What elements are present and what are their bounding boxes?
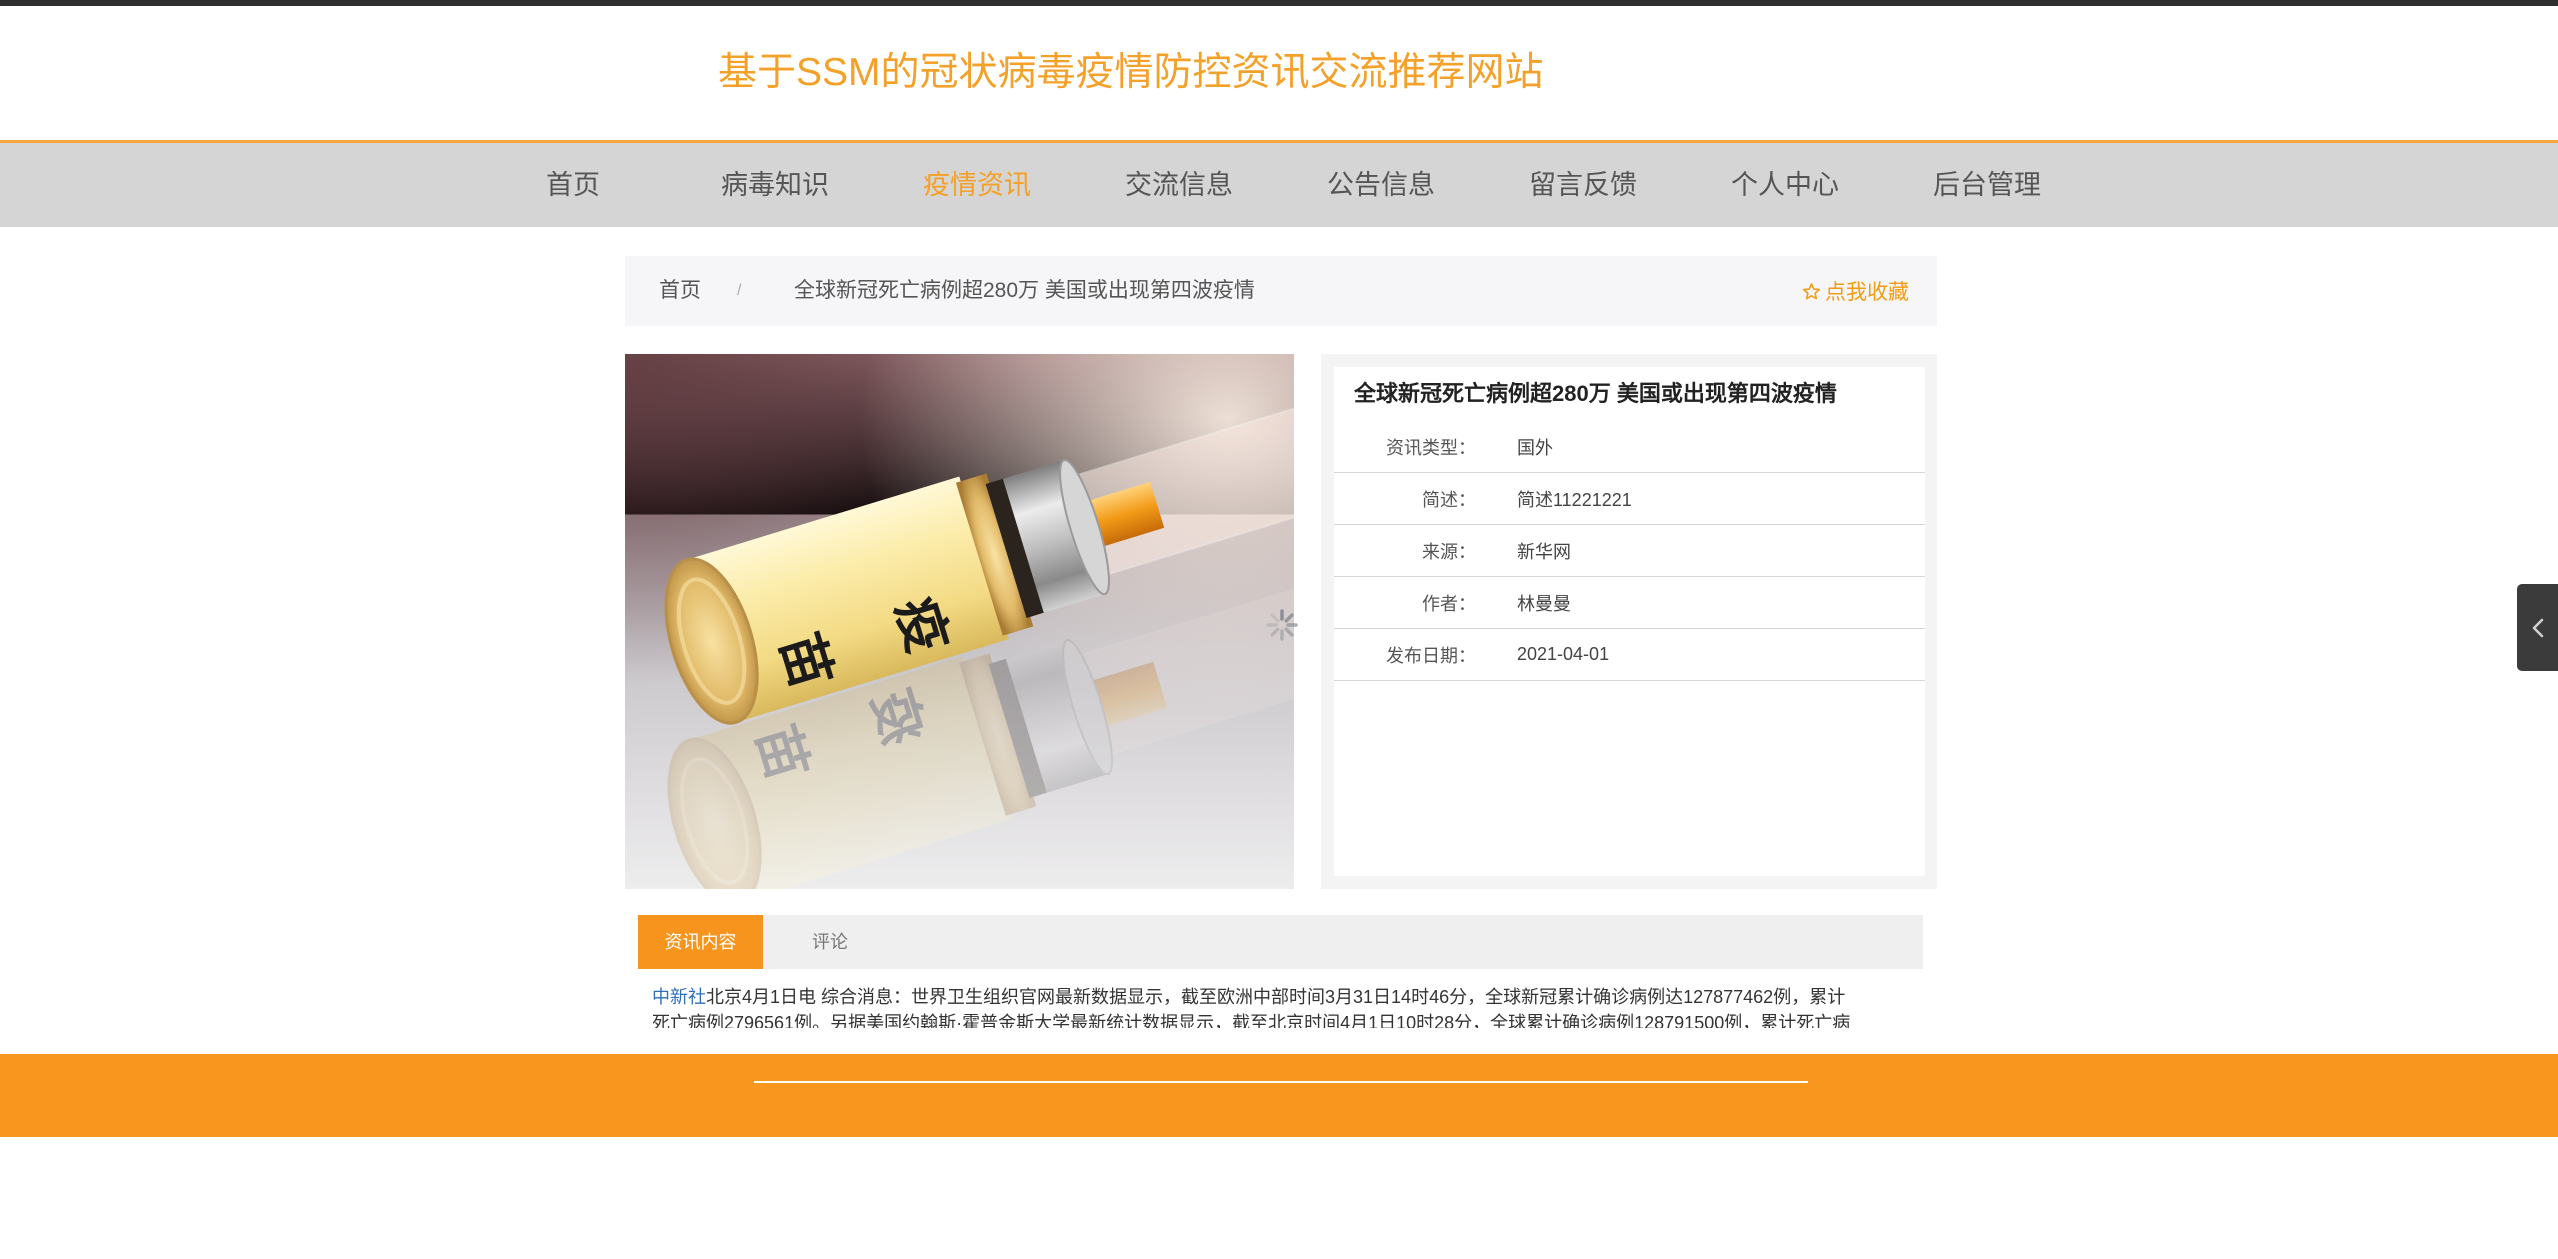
field-row-summary: 简述： 简述11221221: [1334, 473, 1925, 525]
article-info-panel: 全球新冠死亡病例超280万 美国或出现第四波疫情 资讯类型： 国外 简述： 简述…: [1321, 354, 1937, 889]
content-line: 死亡病例2796561例。另据美国约翰斯·霍普金斯大学最新统计数据显示，截至北京…: [638, 1010, 1923, 1028]
article-fields: 资讯类型： 国外 简述： 简述11221221 来源： 新华网 作者： 林曼曼 …: [1334, 421, 1925, 681]
nav-item-exchange[interactable]: 交流信息: [1078, 143, 1280, 227]
footer-divider: [754, 1081, 1808, 1083]
vaccine-vial-photo: 疫 苗: [625, 354, 1294, 889]
nav-item-announcements[interactable]: 公告信息: [1280, 143, 1482, 227]
field-value: 林曼曼: [1517, 593, 1571, 614]
content-line: 中新社北京4月1日电 综合消息：世界卫生组织官网最新数据显示，截至欧洲中部时间3…: [638, 984, 1923, 1010]
field-row-publish-date: 发布日期： 2021-04-01: [1334, 629, 1925, 681]
nav-item-personal-center[interactable]: 个人中心: [1684, 143, 1886, 227]
breadcrumb-separator: /: [737, 282, 742, 299]
source-link[interactable]: 中新社: [652, 987, 706, 1007]
nav-item-virus-knowledge[interactable]: 病毒知识: [674, 143, 876, 227]
article-content: 中新社北京4月1日电 综合消息：世界卫生组织官网最新数据显示，截至欧洲中部时间3…: [638, 984, 1923, 1028]
field-value: 国外: [1517, 437, 1553, 458]
field-label: 简述：: [1422, 489, 1476, 510]
nav-item-admin[interactable]: 后台管理: [1886, 143, 2088, 227]
main-nav: 首页 病毒知识 疫情资讯 交流信息 公告信息 留言反馈 个人中心 后台管理: [0, 143, 2558, 227]
loading-spinner-icon: [1266, 609, 1298, 641]
nav-item-home[interactable]: 首页: [472, 143, 674, 227]
tab-comments[interactable]: 评论: [763, 915, 897, 969]
field-label: 资讯类型：: [1386, 437, 1476, 458]
nav-list: 首页 病毒知识 疫情资讯 交流信息 公告信息 留言反馈 个人中心 后台管理: [472, 143, 2088, 227]
favorite-button[interactable]: 点我收藏: [1802, 256, 1909, 326]
star-outline-icon: [1802, 282, 1821, 299]
chevron-left-icon: [2532, 618, 2543, 637]
field-value: 2021-04-01: [1517, 644, 1610, 664]
site-title: 基于SSM的冠状病毒疫情防控资讯交流推荐网站: [718, 51, 1544, 94]
article-title: 全球新冠死亡病例超280万 美国或出现第四波疫情: [1354, 381, 1837, 406]
field-value: 简述11221221: [1517, 489, 1632, 510]
field-value: 新华网: [1517, 541, 1571, 562]
breadcrumb-home-link[interactable]: 首页: [659, 256, 701, 326]
tab-article-content[interactable]: 资讯内容: [638, 915, 763, 969]
field-row-author: 作者： 林曼曼: [1334, 577, 1925, 629]
content-text: 死亡病例2796561例。另据美国约翰斯·霍普金斯大学最新统计数据显示，截至北京…: [652, 1013, 1851, 1028]
article-info-card: 全球新冠死亡病例超280万 美国或出现第四波疫情 资讯类型： 国外 简述： 简述…: [1334, 367, 1925, 876]
footer: [0, 1054, 2558, 1137]
field-label: 发布日期：: [1386, 645, 1476, 666]
top-dark-bar: [0, 0, 2558, 6]
side-panel-toggle-button[interactable]: [2517, 584, 2558, 671]
breadcrumb: 首页 / 全球新冠死亡病例超280万 美国或出现第四波疫情 点我收藏: [625, 256, 1937, 326]
breadcrumb-current: 全球新冠死亡病例超280万 美国或出现第四波疫情: [794, 279, 1255, 302]
favorite-label: 点我收藏: [1825, 281, 1909, 304]
article-image: 疫 苗: [625, 354, 1294, 889]
content-tabs: 资讯内容 评论: [638, 915, 1923, 969]
field-row-type: 资讯类型： 国外: [1334, 421, 1925, 473]
field-row-source: 来源： 新华网: [1334, 525, 1925, 577]
nav-item-feedback[interactable]: 留言反馈: [1482, 143, 1684, 227]
field-label: 作者：: [1422, 593, 1476, 614]
nav-item-epidemic-news[interactable]: 疫情资讯: [876, 143, 1078, 227]
field-label: 来源：: [1422, 541, 1476, 562]
content-text: 北京4月1日电 综合消息：世界卫生组织官网最新数据显示，截至欧洲中部时间3月31…: [706, 987, 1846, 1007]
